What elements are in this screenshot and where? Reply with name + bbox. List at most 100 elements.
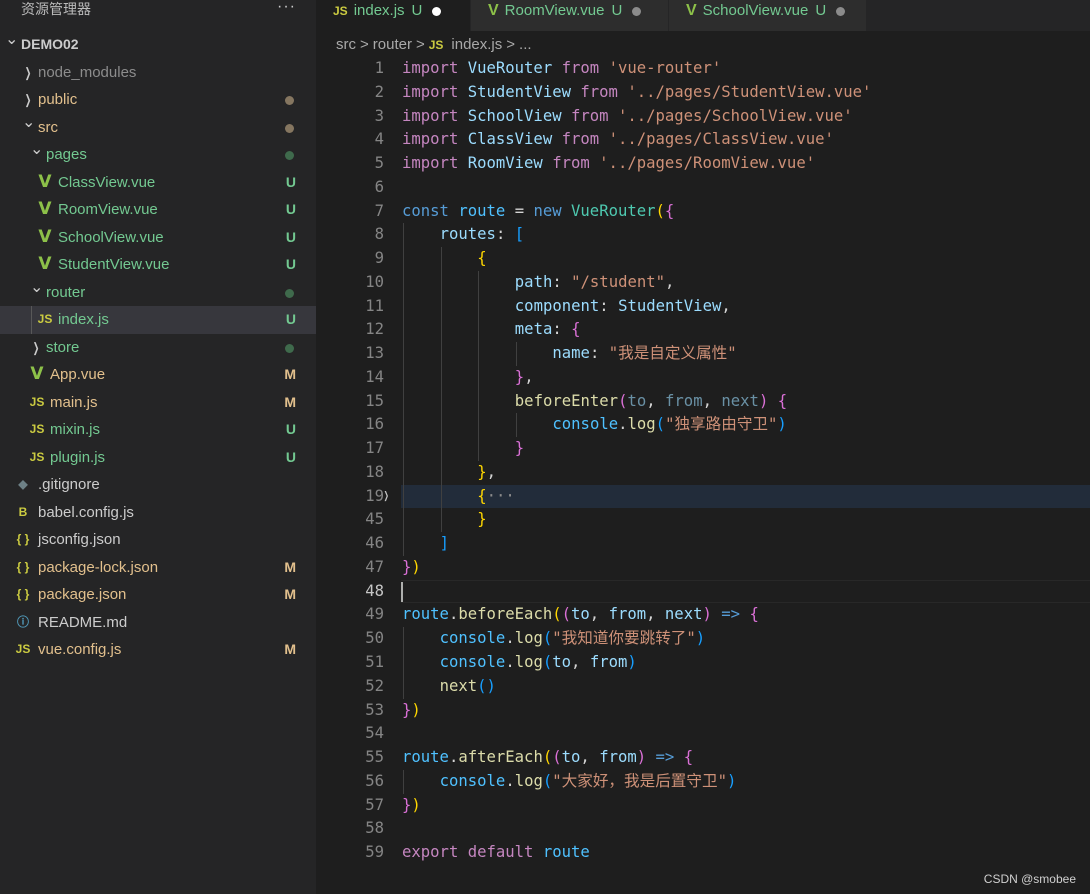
tree-item[interactable]: V App.vue M [0, 361, 316, 389]
indent-guide [403, 508, 404, 533]
tree-item[interactable]: JS plugin.js U [0, 444, 316, 472]
chevron-down-icon: ⌄ [22, 113, 36, 131]
code-line[interactable]: 52 next() [316, 674, 1090, 699]
code-token: '../pages/ClassView.vue' [608, 130, 834, 149]
tree-item[interactable]: ⌄ router [0, 279, 316, 307]
code-line[interactable]: 6 [316, 176, 1090, 200]
indent-guide [478, 413, 480, 438]
line-number: 45 [365, 510, 384, 529]
tree-item[interactable]: ⌄ pages [0, 141, 316, 169]
code-line[interactable]: 58 [316, 817, 1090, 841]
tree-item[interactable]: JS mixin.js U [0, 416, 316, 444]
code-line[interactable]: 11 component: StudentView, [316, 294, 1090, 319]
code-line[interactable]: 10 path: "/student", [316, 270, 1090, 295]
indent-guide [403, 484, 404, 509]
indent-guide [403, 365, 404, 390]
code-line[interactable]: 2 import StudentView from '../pages/Stude… [316, 81, 1090, 105]
indent-guide [440, 484, 442, 509]
breadcrumb-separator: > [360, 36, 369, 53]
code-token: from [561, 130, 609, 149]
code-token: StudentView [467, 82, 581, 101]
code-token: next [721, 391, 759, 410]
indent-guide [31, 306, 32, 334]
code-line[interactable]: 9{ [316, 247, 1090, 271]
breadcrumb-item[interactable]: index.js [451, 36, 502, 53]
tab-roomview-vue[interactable]: V RoomView.vue U [471, 0, 669, 31]
tab-index-js[interactable]: JS index.js U [316, 0, 471, 31]
code-line[interactable]: 16 console.log("独享路由守卫") [316, 413, 1090, 438]
code-line[interactable]: 59 export default route [316, 841, 1090, 865]
code-line[interactable]: 55 route.afterEach((to, from) => { [316, 746, 1090, 770]
fold-chevron-icon[interactable]: ❯ [384, 485, 389, 509]
line-number: 4 [374, 130, 384, 149]
tab-schoolview-vue[interactable]: V SchoolView.vue U [669, 0, 867, 31]
code-line[interactable]: 51 console.log(to, from) [316, 651, 1090, 675]
tree-item[interactable]: JS vue.config.js M [0, 636, 316, 664]
code-text: { [477, 247, 486, 271]
code-token: import [402, 59, 468, 77]
code-line[interactable]: 1 import VueRouter from 'vue-router' [316, 57, 1090, 81]
code-token: , [646, 605, 665, 624]
code-line[interactable]: 19 ❯ {··· [316, 484, 1090, 509]
tree-item-label: StudentView.vue [58, 256, 170, 273]
line-number: 1 [374, 59, 384, 77]
code-token: } [402, 557, 412, 576]
code-line[interactable]: 7 const route = new VueRouter({ [316, 200, 1090, 224]
unsaved-dot-icon[interactable] [432, 6, 442, 16]
indent-guide [478, 389, 480, 414]
tree-item[interactable]: ⌄ DEMO02 [0, 31, 316, 59]
tree-item[interactable]: { } package-lock.json M [0, 554, 316, 582]
tree-item[interactable]: V ClassView.vue U [0, 169, 316, 197]
code-line[interactable]: 12 meta: { [316, 318, 1090, 343]
vue-icon: V [38, 199, 52, 219]
tree-item[interactable]: ⓘ README.md [0, 609, 316, 637]
tree-item[interactable]: V RoomView.vue U [0, 196, 316, 224]
code-token: import [402, 130, 468, 149]
tree-item[interactable]: V SchoolView.vue U [0, 224, 316, 252]
unsaved-dot-icon[interactable] [836, 6, 846, 16]
js-icon: JS [29, 449, 45, 464]
tree-item[interactable]: JS index.js U [0, 306, 316, 334]
code-line[interactable]: 5 import RoomView from '../pages/RoomView… [316, 152, 1090, 176]
code-line[interactable]: 57}) [316, 794, 1090, 818]
code-line[interactable]: 56 console.log("大家好，我是后置守卫") [316, 769, 1090, 794]
line-number: 59 [365, 843, 384, 862]
code-token: meta [514, 320, 553, 339]
tree-item[interactable]: ◆ .gitignore [0, 471, 316, 499]
code-line[interactable]: 50 console.log("我知道你要跳转了") [316, 627, 1090, 651]
code-line[interactable]: 3 import SchoolView from '../pages/School… [316, 105, 1090, 129]
code-line[interactable]: 14}, [316, 365, 1090, 390]
code-line[interactable]: 8 routes: [ [316, 223, 1090, 248]
line-number: 56 [365, 771, 384, 790]
breadcrumb-item[interactable]: router [373, 36, 412, 53]
line-number: 46 [365, 534, 384, 553]
unsaved-dot-icon[interactable] [632, 6, 642, 16]
code-line[interactable]: 13 name: "我是自定义属性" [316, 342, 1090, 366]
tree-item[interactable]: ❯ store [0, 334, 316, 362]
tree-item[interactable]: { } jsconfig.json [0, 526, 316, 554]
tree-item[interactable]: JS main.js M [0, 389, 316, 417]
code-line[interactable]: 18}, [316, 460, 1090, 485]
code-line[interactable]: 53}) [316, 699, 1090, 723]
indent-guide [440, 318, 442, 343]
code-line[interactable]: 49 route.beforeEach((to, from, next) => { [316, 603, 1090, 627]
breadcrumb-item[interactable]: ... [519, 36, 532, 53]
breadcrumb-item[interactable]: src [336, 36, 356, 53]
tree-item[interactable]: ❯ public [0, 86, 316, 114]
code-line[interactable]: 45} [316, 508, 1090, 533]
code-token: path [514, 272, 553, 291]
code-line[interactable]: 4 import ClassView from '../pages/ClassVi… [316, 128, 1090, 152]
code-line[interactable]: 17} [316, 437, 1090, 461]
tree-item[interactable]: ⌄ src [0, 114, 316, 142]
code-line[interactable]: 48 [316, 579, 1090, 604]
more-actions-icon[interactable]: ··· [277, 0, 296, 16]
code-token: from [580, 82, 628, 101]
code-line[interactable]: 46] [316, 532, 1090, 556]
code-line[interactable]: 54 [316, 722, 1090, 746]
code-line[interactable]: 47}) [316, 556, 1090, 580]
tree-item[interactable]: { } package.json M [0, 581, 316, 609]
tree-item[interactable]: ❯ node_modules [0, 59, 316, 87]
tree-item[interactable]: Bbabel.config.js [0, 499, 316, 527]
tree-item[interactable]: V StudentView.vue U [0, 251, 316, 279]
code-line[interactable]: 15 beforeEnter(to, from, next) { [316, 389, 1090, 414]
